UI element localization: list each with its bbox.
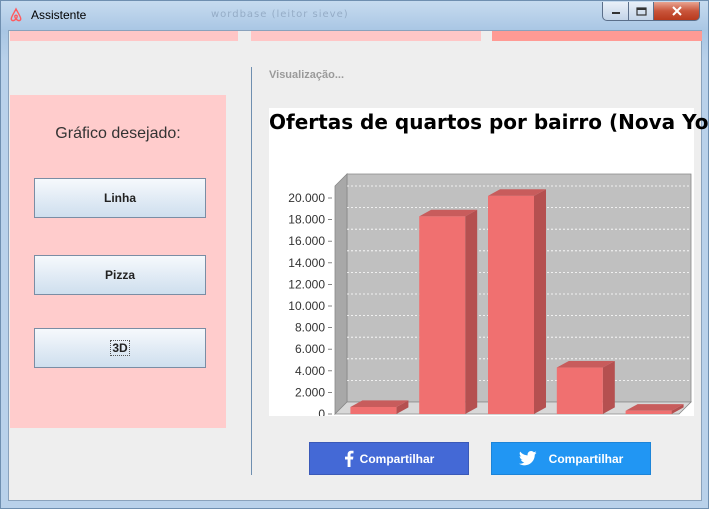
y-tick-label: 4.000 [295, 364, 325, 378]
y-tick-label: 12.000 [288, 277, 325, 291]
3d-chart-button-label: 3D [110, 340, 130, 356]
bar [625, 410, 672, 414]
airbnb-logo-icon [10, 7, 22, 22]
bar-side [602, 360, 615, 414]
window-title: Assistente [31, 8, 87, 22]
twitter-share-label: Compartilhar [548, 451, 624, 466]
y-tick-label: 2.000 [295, 385, 325, 399]
y-tick-label: 8.000 [295, 321, 325, 335]
y-tick-label: 18.000 [288, 213, 325, 227]
header-strip-right [492, 31, 702, 41]
chart-preview: Ofertas de quartos por bairro (Nova York… [269, 108, 709, 416]
maximize-button[interactable] [628, 2, 654, 21]
bar-chart: 0 2.000 4.000 6.000 8.000 10.000 12.000 14.000 1… [288, 173, 692, 416]
y-tick-label: 6.000 [295, 342, 325, 356]
y-tick-label: 0 [318, 407, 325, 416]
header-strip-middle [251, 31, 481, 41]
close-button[interactable] [653, 2, 700, 21]
facebook-share-button[interactable]: Compartilhar [309, 442, 469, 475]
3d-chart-button[interactable]: 3D [34, 328, 206, 368]
bar [556, 367, 603, 414]
y-tick-label: 16.000 [288, 234, 325, 248]
panel-title: Gráfico desejado: [55, 125, 181, 142]
y-tick-label: 20.000 [288, 191, 325, 205]
facebook-icon [344, 450, 354, 467]
facebook-share-label: Compartilhar [359, 451, 435, 466]
y-tick-label: 14.000 [288, 256, 325, 270]
maximize-icon [635, 6, 647, 16]
bar-side [465, 209, 478, 414]
background-window-title: wordbase (leitor sieve) [211, 9, 349, 20]
y-tick-label: 10.000 [288, 299, 325, 313]
minimize-icon [611, 12, 620, 14]
client-area: Gráfico desejado: Linha Pizza 3D Visuali… [8, 30, 709, 501]
header-strip-left [10, 31, 238, 41]
line-chart-button[interactable]: Linha [34, 178, 206, 218]
chart-type-panel: Gráfico desejado: Linha Pizza 3D [10, 95, 226, 428]
vertical-divider [251, 67, 252, 475]
close-icon [671, 6, 682, 16]
twitter-share-button[interactable]: Compartilhar [491, 442, 651, 475]
app-window: Assistente wordbase (leitor sieve) Gráfi… [0, 0, 709, 509]
bar-side [534, 189, 546, 414]
plot-side-wall [334, 173, 348, 415]
twitter-icon [518, 451, 537, 466]
title-bar[interactable]: Assistente wordbase (leitor sieve) [1, 1, 708, 30]
bar [350, 406, 397, 414]
preview-label: Visualização... [269, 69, 345, 81]
minimize-button[interactable] [602, 2, 629, 21]
bar [488, 195, 534, 414]
pie-chart-button[interactable]: Pizza [34, 255, 206, 295]
bar [419, 216, 466, 414]
